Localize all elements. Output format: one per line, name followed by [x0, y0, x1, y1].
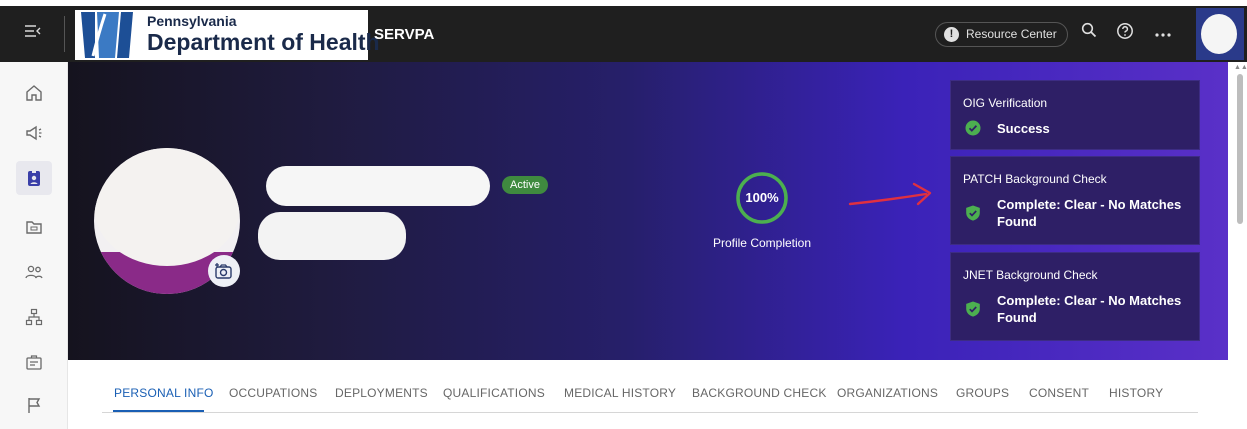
resource-center-button[interactable]: Resource Center — [935, 22, 1068, 47]
menu-collapse-icon[interactable] — [20, 24, 46, 44]
avatar-redacted — [1201, 14, 1237, 54]
profile-tabs: PERSONAL INFO OCCUPATIONS DEPLOYMENTS QU… — [68, 360, 1228, 429]
tab-medical-history[interactable]: MEDICAL HISTORY — [564, 386, 676, 400]
jnet-background-check-card: JNET Background Check Complete: Clear - … — [950, 252, 1200, 341]
tab-deployments[interactable]: DEPLOYMENTS — [335, 386, 428, 400]
top-bar: Pennsylvania Department of Health SERVPA… — [0, 6, 1247, 62]
tab-personal-info[interactable]: PERSONAL INFO — [114, 386, 214, 400]
alert-icon — [944, 27, 959, 42]
topbar-divider — [64, 16, 65, 52]
check-title: JNET Background Check — [963, 268, 1098, 282]
megaphone-icon[interactable] — [16, 116, 52, 150]
add-photo-button[interactable] — [208, 255, 240, 287]
tab-background-check[interactable]: BACKGROUND CHECK — [692, 386, 827, 400]
tabs-divider — [102, 412, 1198, 413]
home-icon[interactable] — [16, 76, 52, 110]
shield-check-icon — [966, 301, 980, 317]
tab-qualifications[interactable]: QUALIFICATIONS — [443, 386, 545, 400]
profile-banner: Active 100% Profile Completion OIG Verif… — [68, 62, 1228, 360]
patch-background-check-card: PATCH Background Check Complete: Clear -… — [950, 156, 1200, 245]
briefcase-icon[interactable] — [16, 345, 52, 379]
org-logo[interactable]: Pennsylvania Department of Health — [75, 10, 380, 60]
shield-check-icon — [966, 205, 980, 221]
user-avatar[interactable] — [1196, 8, 1244, 60]
name-redacted — [266, 166, 490, 206]
org-name-line2: Department of Health — [147, 29, 380, 55]
profile-completion-label: Profile Completion — [712, 236, 812, 250]
more-icon[interactable] — [1151, 22, 1175, 46]
profile-badge-icon[interactable] — [16, 161, 52, 195]
keystone-logo-icon — [75, 10, 139, 60]
check-title: PATCH Background Check — [963, 172, 1107, 186]
check-title: OIG Verification — [963, 96, 1048, 110]
check-status: Success — [997, 121, 1050, 136]
tab-organizations[interactable]: ORGANIZATIONS — [837, 386, 938, 400]
help-icon[interactable] — [1113, 22, 1137, 46]
people-icon[interactable] — [16, 255, 52, 289]
org-chart-icon[interactable] — [16, 300, 52, 334]
oig-verification-card: OIG Verification Success — [950, 80, 1200, 150]
search-icon[interactable] — [1077, 22, 1101, 46]
tab-consent[interactable]: CONSENT — [1029, 386, 1089, 400]
app-name: SERVPA — [374, 26, 435, 43]
profile-completion-percent: 100% — [745, 190, 779, 205]
tab-groups[interactable]: GROUPS — [956, 386, 1009, 400]
active-tab-indicator — [113, 410, 204, 412]
check-circle-icon — [965, 120, 981, 136]
check-status: Complete: Clear - No Matches Found — [997, 293, 1182, 325]
annotation-arrow — [848, 182, 932, 206]
scrollbar[interactable]: ▲▲ — [1228, 62, 1247, 429]
add-photo-icon — [215, 263, 232, 279]
folder-icon[interactable] — [16, 210, 52, 244]
resource-center-label: Resource Center — [966, 27, 1057, 41]
org-name-line1: Pennsylvania — [147, 13, 237, 29]
subtitle-redacted — [258, 212, 406, 260]
flag-icon[interactable] — [16, 388, 52, 422]
scroll-thumb[interactable] — [1237, 74, 1243, 224]
app-root: Pennsylvania Department of Health SERVPA… — [0, 0, 1247, 429]
left-sidebar — [0, 62, 68, 429]
tab-history[interactable]: HISTORY — [1109, 386, 1163, 400]
check-status: Complete: Clear - No Matches Found — [997, 197, 1182, 229]
photo-redacted — [94, 148, 240, 266]
status-badge: Active — [502, 176, 548, 194]
tab-occupations[interactable]: OCCUPATIONS — [229, 386, 317, 400]
scroll-up-icon[interactable]: ▲▲ — [1234, 64, 1247, 71]
